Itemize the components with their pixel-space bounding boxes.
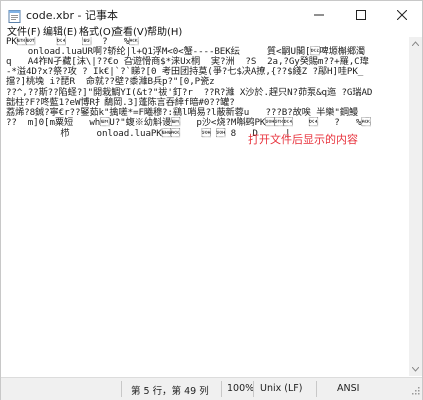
maximize-icon: [356, 10, 366, 20]
encoding: ANSI: [337, 383, 360, 394]
line-ending: Unix (LF): [260, 383, 303, 394]
menu-format[interactable]: 格式(O): [79, 23, 115, 38]
status-divider: [221, 381, 222, 397]
minimize-icon: [314, 14, 324, 16]
resize-grip-icon[interactable]: [411, 386, 420, 398]
close-icon: [397, 10, 407, 20]
vertical-scrollbar[interactable]: [409, 37, 422, 376]
menu-help[interactable]: 帮助(H): [147, 23, 182, 38]
scroll-up-button[interactable]: [409, 37, 422, 50]
status-divider: [121, 381, 122, 397]
annotation-text: 打开文件后显示的内容: [248, 133, 358, 146]
text-line: ?? m]0[m粟短 whU?"蝮※幼斛谩 p沙<烧?M嘝鹀PK  …: [6, 117, 371, 128]
cursor-position: 第 5 行，第 49 列: [131, 386, 209, 397]
notepad-window: code.xbr - 记事本 文件(F) 编辑(E) 格式(O) 查看(V) 帮…: [0, 0, 423, 400]
status-divider: [316, 381, 317, 397]
text-line: 擋?]桃堍 i?琵R 命就??壁?黍濰B兵p?"[0,P瓷z: [6, 76, 215, 87]
chevron-up-icon: [412, 41, 419, 46]
scroll-down-button[interactable]: [409, 363, 422, 376]
status-bar: 第 5 行，第 49 列 100% Unix (LF) ANSI: [1, 377, 422, 400]
menu-view[interactable]: 查看(V): [113, 23, 148, 38]
text-editor[interactable]: PK   ? % onload.luaUR啊?轿纶|l+Q1浮M<0<…: [2, 37, 409, 376]
menu-edit[interactable]: 编辑(E): [43, 23, 77, 38]
chevron-down-icon: [412, 367, 419, 372]
notepad-icon: [8, 8, 21, 23]
status-divider: [253, 381, 254, 397]
menu-file[interactable]: 文件(F): [7, 23, 41, 38]
zoom-level: 100%: [227, 383, 255, 394]
